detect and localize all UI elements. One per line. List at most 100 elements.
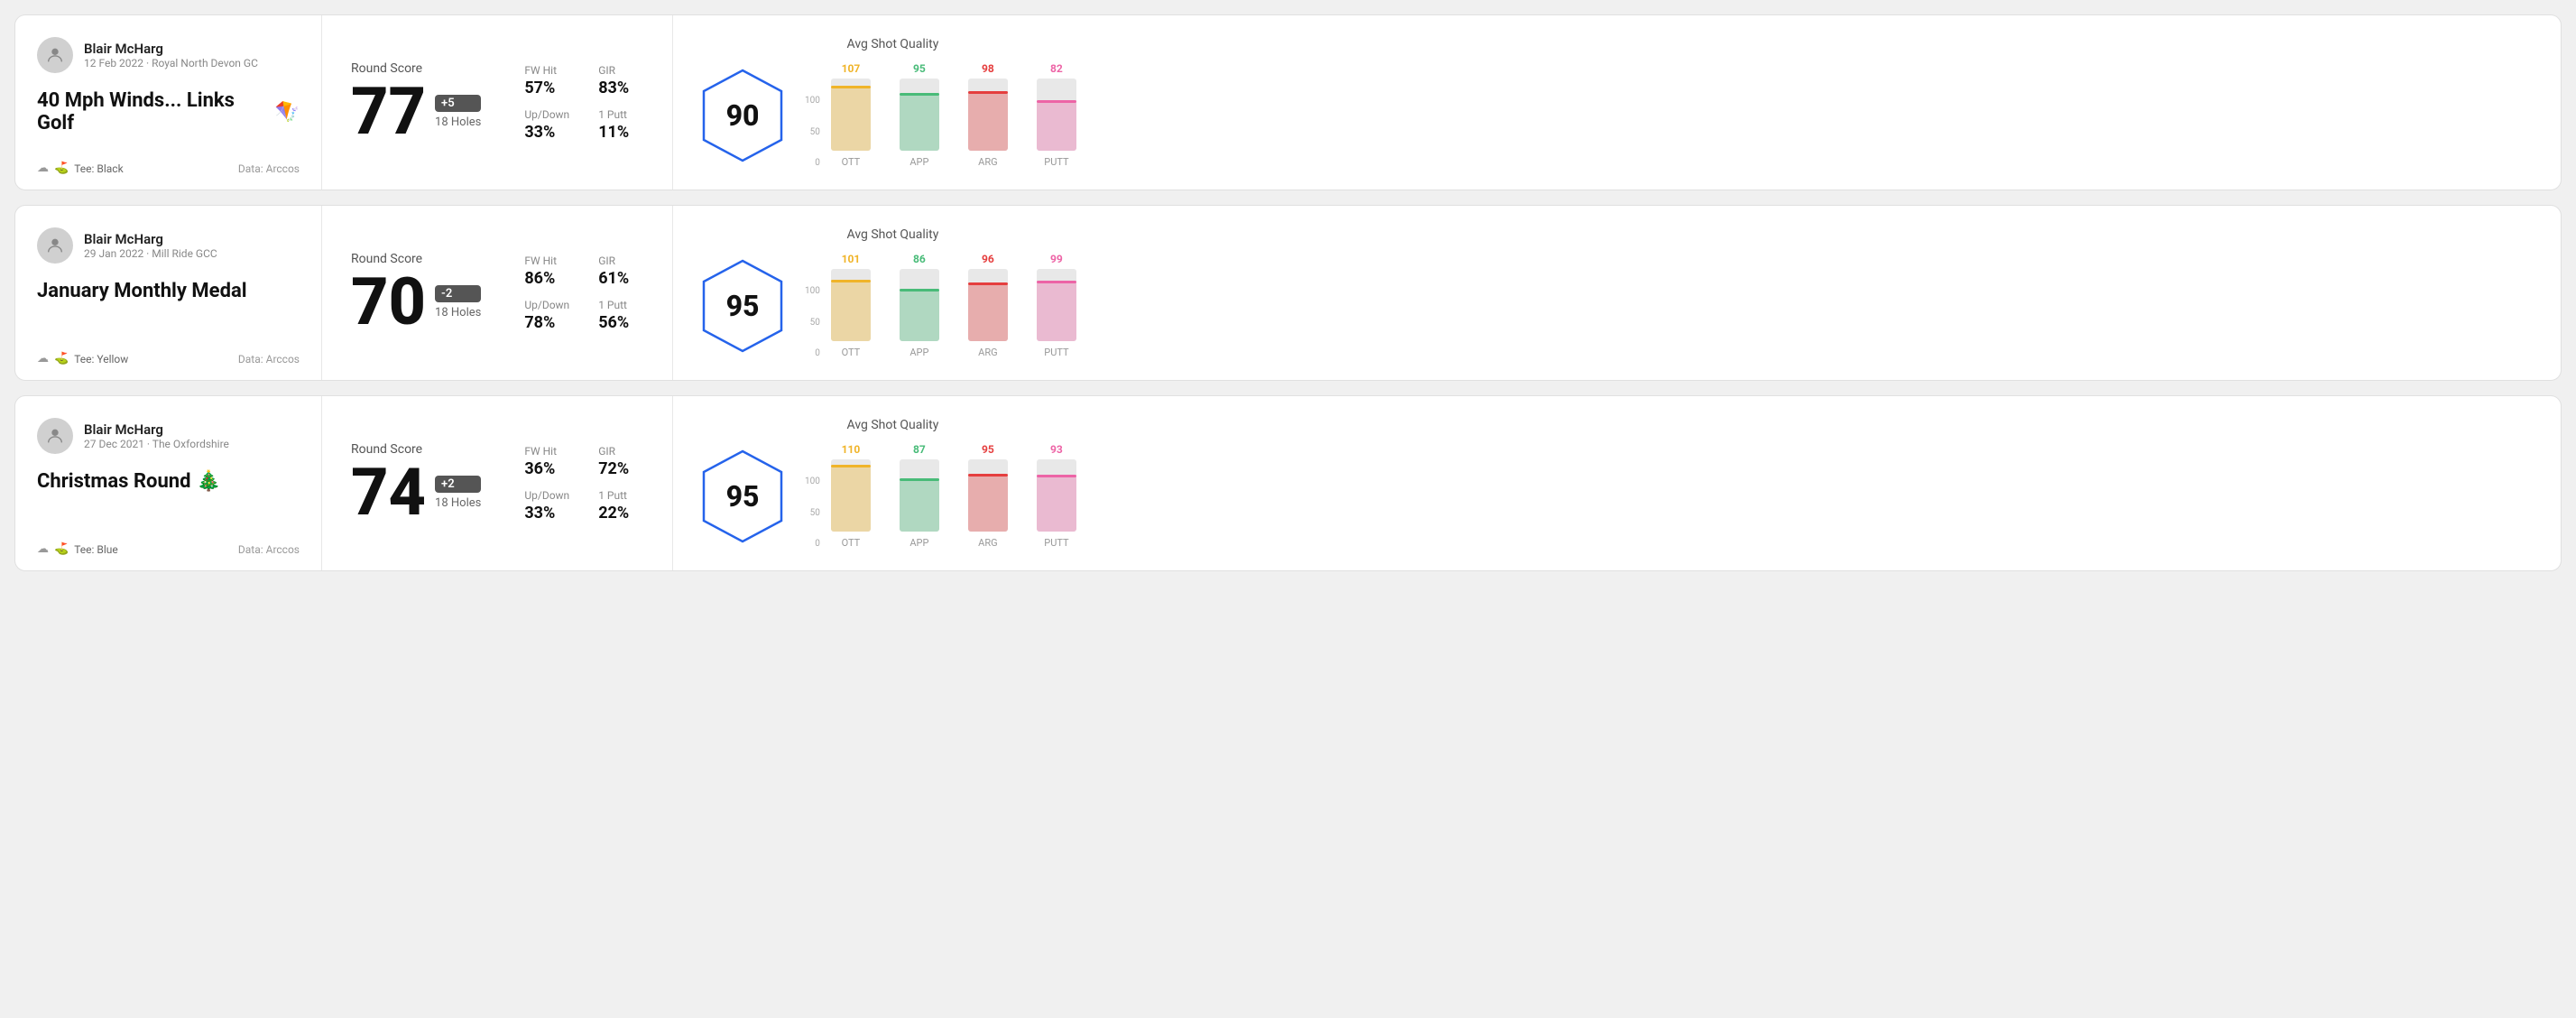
gir-label: GIR <box>598 255 643 267</box>
chart-bar-value: 98 <box>982 62 994 75</box>
shot-quality-label: Avg Shot Quality <box>847 227 939 242</box>
chart-bar-label: OTT <box>842 156 861 168</box>
user-info: Blair McHarg 12 Feb 2022 · Royal North D… <box>84 41 258 69</box>
score-main: 74 +2 18 Holes <box>351 460 481 525</box>
chart-bar-label: PUTT <box>1044 537 1068 549</box>
score-section: Round Score 77 +5 18 Holes <box>351 61 481 144</box>
fw-hit-label: FW Hit <box>524 445 569 458</box>
chart-column: 87 APP <box>892 443 946 549</box>
stat-oneputt: 1 Putt 22% <box>598 489 643 523</box>
round-title-emoji: 🎄 <box>197 470 221 493</box>
score-badge: +5 <box>435 95 481 112</box>
avatar <box>37 418 73 454</box>
bar-container <box>968 79 1008 151</box>
card-right: Avg Shot Quality 90 100 50 0 107 OTT <box>673 15 2561 190</box>
score-holes: 18 Holes <box>435 116 481 129</box>
round-card: Blair McHarg 27 Dec 2021 · The Oxfordshi… <box>14 395 2562 571</box>
stat-updown: Up/Down 78% <box>524 299 569 332</box>
bar-container <box>968 269 1008 341</box>
avatar <box>37 227 73 264</box>
round-title: 40 Mph Winds... Links Golf 🪁 <box>37 89 300 134</box>
fw-hit-value: 36% <box>524 459 569 478</box>
stat-fw-hit: FW Hit 86% <box>524 255 569 288</box>
bar-line <box>831 86 871 88</box>
card-right: Avg Shot Quality 95 100 50 0 110 OTT <box>673 396 2561 570</box>
bar-fill <box>968 475 1008 532</box>
chart-bar-label: OTT <box>842 537 861 549</box>
hexagon-score: 95 <box>726 289 760 323</box>
shot-quality-label: Avg Shot Quality <box>847 37 939 51</box>
round-card: Blair McHarg 12 Feb 2022 · Royal North D… <box>14 14 2562 190</box>
bar-line <box>900 478 939 481</box>
chart-bar-value: 99 <box>1050 253 1063 265</box>
bar-fill <box>968 283 1008 341</box>
user-date: 12 Feb 2022 · Royal North Devon GC <box>84 57 258 69</box>
score-badge-col: +2 18 Holes <box>435 476 481 510</box>
shot-quality-section: Avg Shot Quality 90 100 50 0 107 OTT <box>702 37 1084 168</box>
fw-hit-value: 57% <box>524 79 569 97</box>
bar-fill <box>1037 282 1076 341</box>
user-icon <box>45 45 65 65</box>
chart-bar-label: APP <box>909 347 928 358</box>
card-middle: Round Score 77 +5 18 Holes FW Hit 57% GI… <box>322 15 673 190</box>
hexagon-container: Avg Shot Quality 90 100 50 0 107 OTT <box>702 37 1084 168</box>
shot-quality-section: Avg Shot Quality 95 100 50 0 110 OTT <box>702 418 1084 549</box>
chart-column: 95 APP <box>892 62 946 168</box>
user-row: Blair McHarg 12 Feb 2022 · Royal North D… <box>37 37 300 73</box>
stat-gir: GIR 83% <box>598 64 643 97</box>
gir-label: GIR <box>598 445 643 458</box>
bar-container <box>1037 269 1076 341</box>
stat-gir: GIR 72% <box>598 445 643 478</box>
chart-column: 98 ARG <box>961 62 1015 168</box>
fw-hit-label: FW Hit <box>524 64 569 77</box>
score-badge: -2 <box>435 285 481 302</box>
round-title: January Monthly Medal <box>37 280 300 302</box>
stat-updown: Up/Down 33% <box>524 108 569 142</box>
stat-oneputt: 1 Putt 56% <box>598 299 643 332</box>
bar-fill <box>831 466 871 532</box>
bar-container <box>831 459 871 532</box>
chart-bar-value: 86 <box>913 253 926 265</box>
weather-icon: ☁ <box>37 162 49 175</box>
shot-quality-label: Avg Shot Quality <box>847 418 939 432</box>
bar-container <box>831 79 871 151</box>
golf-icon: ⛳ <box>54 352 69 366</box>
chart-bar-label: ARG <box>978 347 997 358</box>
score-badge-col: -2 18 Holes <box>435 285 481 319</box>
card-footer: ☁ ⛳ Tee: Yellow Data: Arccos <box>37 352 300 366</box>
score-section: Round Score 74 +2 18 Holes <box>351 442 481 525</box>
chart-bar-label: OTT <box>842 347 861 358</box>
stat-fw-hit: FW Hit 36% <box>524 445 569 478</box>
gir-value: 72% <box>598 459 643 478</box>
user-row: Blair McHarg 27 Dec 2021 · The Oxfordshi… <box>37 418 300 454</box>
card-middle: Round Score 74 +2 18 Holes FW Hit 36% GI… <box>322 396 673 570</box>
user-icon <box>45 426 65 446</box>
chart-bar-value: 87 <box>913 443 926 456</box>
bar-fill <box>900 290 939 341</box>
bar-container <box>1037 79 1076 151</box>
tee-label: Tee: Yellow <box>74 353 128 366</box>
user-date: 27 Dec 2021 · The Oxfordshire <box>84 438 229 450</box>
tee-info: ☁ ⛳ Tee: Black <box>37 162 124 175</box>
bar-fill <box>1037 101 1076 151</box>
chart-column: 110 OTT <box>824 443 878 549</box>
golf-icon: ⛳ <box>54 162 69 175</box>
chart-column: 101 OTT <box>824 253 878 358</box>
stats-section: FW Hit 36% GIR 72% Up/Down 33% 1 Putt 22… <box>524 445 643 523</box>
user-info: Blair McHarg 29 Jan 2022 · Mill Ride GCC <box>84 231 217 260</box>
bar-container <box>900 459 939 532</box>
updown-value: 33% <box>524 504 569 523</box>
card-right: Avg Shot Quality 95 100 50 0 101 OTT <box>673 206 2561 380</box>
oneputt-label: 1 Putt <box>598 108 643 121</box>
gir-label: GIR <box>598 64 643 77</box>
hexagon: 95 <box>702 259 783 353</box>
oneputt-value: 11% <box>598 123 643 142</box>
stat-updown: Up/Down 33% <box>524 489 569 523</box>
bar-line <box>1037 100 1076 103</box>
card-left: Blair McHarg 12 Feb 2022 · Royal North D… <box>15 15 322 190</box>
stats-section: FW Hit 57% GIR 83% Up/Down 33% 1 Putt 11… <box>524 64 643 142</box>
fw-hit-value: 86% <box>524 269 569 288</box>
updown-label: Up/Down <box>524 299 569 311</box>
user-name: Blair McHarg <box>84 231 217 247</box>
gir-value: 83% <box>598 79 643 97</box>
